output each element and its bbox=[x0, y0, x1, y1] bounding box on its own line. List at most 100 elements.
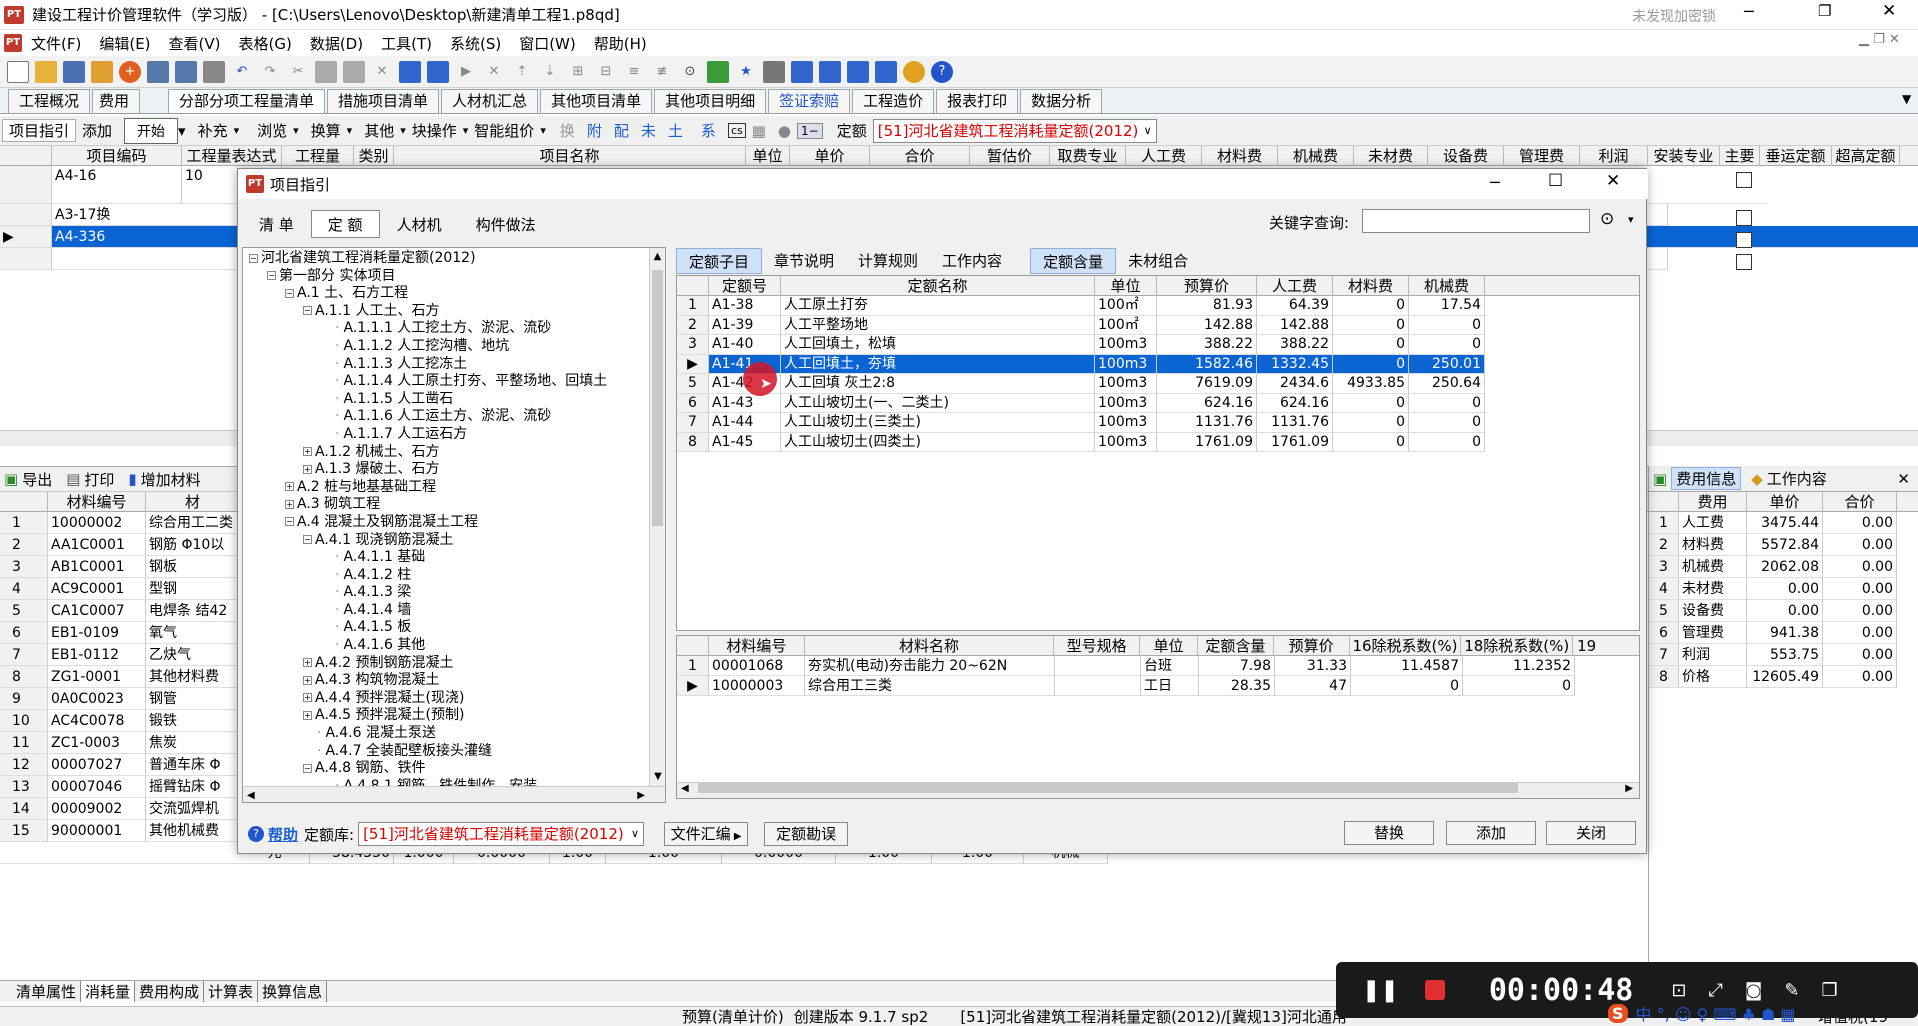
pin-icon[interactable] bbox=[427, 60, 449, 83]
new-file-icon[interactable] bbox=[7, 60, 29, 83]
materials-horizontal-scrollbar[interactable]: ◀ ▶ bbox=[677, 782, 1639, 798]
mdi-controls-icon[interactable]: ▁ ❐ ✕ bbox=[1850, 32, 1909, 47]
chart-icon[interactable] bbox=[791, 60, 813, 83]
tree-node[interactable]: − 第一部分 实体项目 bbox=[249, 268, 665, 286]
tree-node[interactable]: + A.1.3 爆破土、石方 bbox=[249, 461, 665, 479]
indent-down-icon[interactable]: ⇣ bbox=[539, 61, 561, 83]
tree-node[interactable]: · A.4.1.6 其他 bbox=[249, 637, 665, 655]
add-button[interactable]: 添加 bbox=[76, 120, 118, 141]
tree-node[interactable]: · A.4.1.3 梁 bbox=[249, 584, 665, 602]
tab-measures[interactable]: 措施项目清单 bbox=[327, 89, 440, 113]
open-folder-icon[interactable] bbox=[35, 60, 57, 83]
menu-view[interactable]: 查看(V) bbox=[160, 33, 230, 54]
table-row[interactable]: 5 A1-42 人工回填 灰土2:8 100m3 7619.09 2434.6 4933.8… bbox=[677, 374, 1639, 394]
table-row[interactable]: 3 A1-40 人工回填土，松填 100m3 388.22 388.22 0 0 bbox=[677, 335, 1639, 355]
add-circle-icon[interactable]: + bbox=[119, 60, 141, 83]
scroll-up-icon[interactable]: ▲ bbox=[650, 248, 665, 266]
print-button[interactable]: 打印 bbox=[84, 469, 114, 490]
tab-labor-material-summary[interactable]: 人材机汇总 bbox=[441, 89, 539, 113]
tab-quota-content[interactable]: 定额含量 bbox=[1030, 248, 1117, 274]
cs-button[interactable]: cs bbox=[727, 123, 746, 138]
material-code[interactable]: 00009002 bbox=[48, 798, 146, 820]
material-name[interactable]: 其他材料费 bbox=[146, 666, 240, 688]
supplement-button[interactable]: 补充 bbox=[192, 120, 234, 141]
tree-node[interactable]: · A.4.1.1 基础 bbox=[249, 549, 665, 567]
tab-other-details[interactable]: 其他项目明细 bbox=[654, 89, 767, 113]
tree-node[interactable]: · A.1.1.5 人工凿石 bbox=[249, 391, 665, 409]
insert-row-icon[interactable]: ▶ bbox=[455, 61, 477, 83]
tree-node[interactable]: · A.1.1.3 人工挖冻土 bbox=[249, 356, 665, 374]
tab-quota[interactable]: 定 额 bbox=[310, 210, 380, 238]
attach-glyph-button[interactable]: 附 bbox=[581, 120, 608, 141]
menu-system[interactable]: 系统(S) bbox=[441, 33, 510, 54]
row-code[interactable]: A4-16 bbox=[52, 166, 182, 204]
tab-fee-info[interactable]: 费用信息 bbox=[1671, 467, 1742, 490]
material-code[interactable]: AB1C0001 bbox=[48, 556, 146, 578]
material-name[interactable]: 钢筋 Φ10以 bbox=[146, 534, 240, 556]
keyword-search-input[interactable] bbox=[1362, 209, 1590, 233]
tab-work-content[interactable]: 工作内容 bbox=[930, 248, 1014, 274]
project-guide-button[interactable]: 项目指引 bbox=[2, 119, 77, 142]
collapse-icon[interactable]: − bbox=[303, 306, 312, 316]
ime-tray-icons[interactable]: 中 °, ☺ ♀ ⌨ ♣ ☗ ▦ bbox=[1636, 1001, 1796, 1025]
camera-icon[interactable]: ◙ bbox=[1745, 980, 1762, 1001]
tree-vertical-scrollbar[interactable]: ▲ ▼ bbox=[649, 248, 665, 786]
close-icon[interactable]: ✕ bbox=[1882, 1, 1896, 21]
expand-icon[interactable]: + bbox=[285, 482, 294, 492]
collapse-icon[interactable]: − bbox=[285, 288, 294, 298]
list-item[interactable]: 3 机械费 2062.08 0.00 bbox=[1649, 556, 1918, 578]
expand-icon[interactable]: + bbox=[303, 447, 312, 457]
tree-node[interactable]: − A.4 混凝土及钢筋混凝土工程 bbox=[249, 514, 665, 532]
minimize-icon[interactable]: ─ bbox=[1744, 2, 1754, 21]
main-checkbox[interactable] bbox=[1736, 210, 1752, 226]
tab-labor-material[interactable]: 人材机 bbox=[380, 210, 459, 238]
tab-fees[interactable]: 费用 bbox=[92, 89, 141, 113]
tab-report-print[interactable]: 报表打印 bbox=[936, 89, 1019, 113]
tree-node[interactable]: · A.4.7 全装配壁板接头灌缝 bbox=[249, 743, 665, 761]
material-name[interactable]: 焦炭 bbox=[146, 732, 240, 754]
expand-icon[interactable]: + bbox=[303, 710, 312, 720]
table-row[interactable]: ▶ 10000003 综合用工三类 工日 28.35 47 0 0 bbox=[677, 676, 1639, 696]
table-row[interactable]: 1 00001068 夯实机(电动)夯击能力 20~62N 台班 7.98 31.33 11… bbox=[677, 656, 1639, 676]
material-code[interactable]: EB1-0109 bbox=[48, 622, 146, 644]
menu-file[interactable]: 文件(F) bbox=[22, 33, 90, 54]
table-row[interactable]: 1 A1-38 人工原土打夯 100㎡ 81.93 64.39 0 17.54 bbox=[677, 296, 1639, 316]
circle-icon[interactable]: ● bbox=[772, 122, 797, 140]
cascade-icon[interactable] bbox=[819, 60, 841, 83]
menu-data[interactable]: 数据(D) bbox=[301, 33, 372, 54]
tree-scroll-thumb[interactable] bbox=[652, 269, 663, 526]
dialog-maximize-icon[interactable]: ☐ bbox=[1548, 171, 1563, 191]
tab-chapter-notes[interactable]: 章节说明 bbox=[762, 248, 846, 274]
tree-node[interactable]: · A.4.1.2 柱 bbox=[249, 567, 665, 585]
collapse-icon[interactable]: ⊟ bbox=[595, 61, 617, 83]
material-code[interactable]: ZG1-0001 bbox=[48, 666, 146, 688]
collapse-icon[interactable]: − bbox=[285, 517, 294, 527]
tree-node[interactable]: − 河北省建筑工程消耗量定额(2012) bbox=[249, 250, 665, 268]
materials-scroll-thumb[interactable] bbox=[697, 783, 1518, 793]
quota-select[interactable]: [51]河北省建筑工程消耗量定额(2012) ∨ bbox=[872, 118, 1157, 143]
tree-node[interactable]: · A.4.6 混凝土泵送 bbox=[249, 725, 665, 743]
print-icon[interactable] bbox=[203, 60, 225, 83]
scroll-left-icon[interactable]: ◀ bbox=[247, 790, 255, 801]
tab-quota-items[interactable]: 定额子目 bbox=[676, 248, 763, 274]
undo-icon[interactable]: ↶ bbox=[231, 61, 253, 83]
table-row[interactable]: 2 A1-39 人工平整场地 100㎡ 142.88 142.88 0 0 bbox=[677, 315, 1639, 335]
dialog-close-icon[interactable]: ✕ bbox=[1606, 171, 1620, 191]
collapse-icon[interactable]: − bbox=[249, 253, 258, 263]
material-name[interactable]: 钢板 bbox=[146, 556, 240, 578]
material-name[interactable]: 钢管 bbox=[146, 688, 240, 710]
document-icon[interactable] bbox=[147, 60, 169, 83]
quota-errata-button[interactable]: 定额勘误 bbox=[764, 822, 849, 846]
screenshot-icon[interactable]: ⊡ bbox=[1671, 980, 1686, 1001]
tree-node[interactable]: − A.1 土、石方工程 bbox=[249, 285, 665, 303]
menu-edit[interactable]: 编辑(E) bbox=[90, 33, 159, 54]
material-code[interactable]: AA1C0001 bbox=[48, 534, 146, 556]
tools-icon[interactable]: ▦ bbox=[746, 122, 772, 140]
material-code[interactable]: 90000001 bbox=[48, 820, 146, 842]
browse-button[interactable]: 浏览 bbox=[251, 120, 293, 141]
delete-row-icon[interactable]: ✕ bbox=[483, 61, 505, 83]
edit-doc-icon[interactable] bbox=[175, 60, 197, 83]
main-checkbox[interactable] bbox=[1736, 172, 1752, 188]
help-link[interactable]: 帮助 bbox=[268, 824, 298, 845]
tab-bill-attributes[interactable]: 清单属性 bbox=[12, 981, 82, 1002]
